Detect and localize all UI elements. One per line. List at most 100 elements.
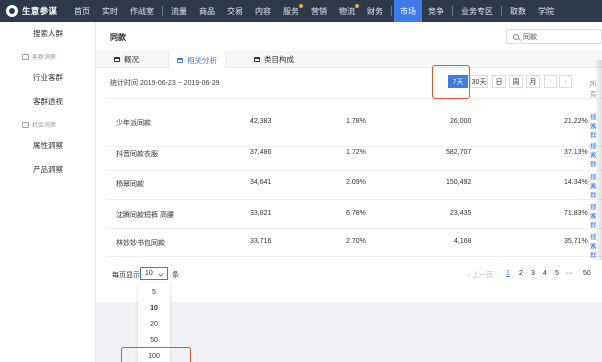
table-cell: 2.70%: [346, 238, 366, 245]
table-cell: 6.78%: [346, 210, 366, 217]
chevron-down-icon: [158, 271, 164, 277]
page-5-button[interactable]: 5: [555, 270, 559, 277]
sidebar-item-industry-crowd[interactable]: 行业客群: [0, 72, 96, 83]
nav-divider: [162, 6, 163, 16]
table-cell: 33,821: [250, 210, 272, 217]
page-50-button[interactable]: 50: [583, 270, 591, 277]
page-4-button[interactable]: 4: [543, 270, 547, 277]
table-cell-keyword: 沈腾同款短裤 高腰: [116, 212, 174, 219]
table-row-divider: [106, 170, 602, 171]
lock-icon: [114, 57, 120, 62]
table-cell-keyword: 抖音同款衣服: [116, 151, 158, 158]
search-value: 同款: [523, 33, 537, 41]
logo[interactable]: 生意参谋: [0, 5, 68, 17]
table-row-divider: [106, 199, 602, 200]
nav-item-marketing[interactable]: 营销: [305, 0, 333, 22]
nav-divider: [391, 6, 392, 16]
sidebar-item-product-insight[interactable]: 产品洞察: [0, 164, 96, 175]
prev-page-button[interactable]: ‹ 上一页: [468, 270, 493, 280]
range-week-button[interactable]: 周: [509, 75, 523, 88]
sidebar-group-opportunity: 机会洞察: [22, 120, 56, 129]
nav-item-market[interactable]: 市场: [394, 0, 422, 22]
option-20[interactable]: 20: [138, 321, 170, 328]
table-cell-keyword: 少年派同款: [116, 120, 151, 127]
nav-item-academy[interactable]: 学院: [532, 0, 560, 22]
table-cell: 37.13%: [564, 149, 588, 156]
prev-page-label: 上一页: [472, 272, 494, 279]
nav-item-warroom[interactable]: 作战室: [124, 0, 160, 22]
sidebar-item-crowd-perspective[interactable]: 客群透视: [0, 96, 96, 107]
nav-item-finance[interactable]: 财务: [361, 0, 389, 22]
table-row-divider: [106, 256, 602, 257]
per-page-select[interactable]: 10: [140, 267, 168, 280]
nav-item-home[interactable]: 首页: [68, 0, 96, 22]
table-cell-keyword: 林妙妙书包同款: [116, 240, 165, 247]
table-cell: 42,383: [250, 118, 272, 125]
nav-item-realtime[interactable]: 实时: [96, 0, 124, 22]
table-cell: 35.71%: [564, 238, 588, 245]
option-50[interactable]: 50: [138, 337, 170, 344]
notification-dot: [355, 4, 359, 8]
sidebar-item-search-crowd[interactable]: 搜索人群: [0, 28, 96, 39]
nav-item-content[interactable]: 内容: [249, 0, 277, 22]
highlight-box: [432, 65, 470, 99]
page-2-button[interactable]: 2: [519, 270, 523, 277]
nav-divider: [452, 6, 453, 16]
table-row-divider: [106, 146, 602, 147]
nav-item-traffic[interactable]: 流量: [165, 0, 193, 22]
option-10[interactable]: 10: [138, 305, 170, 312]
table-row-divider: [106, 228, 602, 229]
table-cell: 1.78%: [346, 118, 366, 125]
nav-item-trade[interactable]: 交易: [221, 0, 249, 22]
table-cell: 2.09%: [346, 179, 366, 186]
nav-item-competition[interactable]: 竞争: [422, 0, 450, 22]
tab-label: 类目构成: [264, 55, 294, 64]
table-cell-keyword: 杨幂同款: [116, 181, 144, 188]
logo-icon: [6, 5, 18, 17]
range-day-button[interactable]: 日: [492, 75, 506, 88]
date-next-button[interactable]: ›: [559, 75, 572, 88]
table-cell: 34,641: [250, 179, 272, 186]
per-page-label: 每页显示: [112, 272, 140, 279]
sidebar-group-customer: 客群洞察: [22, 52, 56, 61]
nav-item-service-label: 服务: [283, 6, 299, 16]
table-cell: 71.83%: [564, 210, 588, 217]
group-icon: [22, 121, 29, 128]
table-cell: 150,492: [446, 179, 472, 186]
sidebar-item-attribute[interactable]: 属性洞察: [0, 140, 96, 151]
group-icon: [22, 53, 29, 60]
search-input[interactable]: 同款: [506, 29, 602, 44]
nav-item-business[interactable]: 业务专区: [455, 0, 499, 22]
nav-item-logistics[interactable]: 物流: [333, 0, 361, 22]
range-month-button[interactable]: 月: [526, 75, 540, 88]
range-30d-button[interactable]: 30天: [470, 75, 488, 88]
page-ellipsis: ···: [566, 270, 573, 277]
nav-item-data[interactable]: 取数: [504, 0, 532, 22]
nav-item-product[interactable]: 商品: [193, 0, 221, 22]
nav-divider: [501, 6, 502, 16]
table-cell: 23,435: [450, 210, 472, 217]
option-5[interactable]: 5: [138, 289, 170, 296]
page-3-button[interactable]: 3: [531, 270, 535, 277]
top-nav: 生意参谋 首页 实时 作战室 流量 商品 交易 内容 服务 营销 物流 财务 市…: [0, 0, 602, 22]
main-card: 同款 同款 概况 相关分析 类目构成 统计时间 2019-06-23 ~ 201…: [96, 22, 602, 302]
per-page-unit: 条: [172, 272, 179, 279]
per-page-value: 10: [145, 270, 153, 277]
table-cell: 37,486: [250, 149, 272, 156]
page-1-button[interactable]: 1: [506, 270, 510, 277]
tab-category[interactable]: 类目构成: [246, 51, 302, 68]
table-cell: 21.22%: [564, 118, 588, 125]
tab-overview[interactable]: 概况: [106, 51, 147, 68]
sidebar: 搜索人群 客群洞察 行业客群 客群透视 机会洞察 属性洞察 产品洞察: [0, 22, 96, 362]
table-cell: 4,168: [454, 238, 472, 245]
stat-period: 统计时间 2019-06-23 ~ 2019-06-29: [110, 80, 220, 87]
table-cell: 14.34%: [564, 179, 588, 186]
scroll-shadow: [596, 60, 602, 260]
nav-item-service[interactable]: 服务: [277, 0, 305, 22]
nav-item-logistics-label: 物流: [339, 6, 355, 16]
tab-related-analysis[interactable]: 相关分析: [168, 51, 226, 69]
lock-icon: [177, 57, 183, 63]
date-prev-button[interactable]: ‹: [544, 75, 557, 88]
table-cell: 26,000: [450, 118, 472, 125]
table-cell: 33,716: [250, 238, 272, 245]
